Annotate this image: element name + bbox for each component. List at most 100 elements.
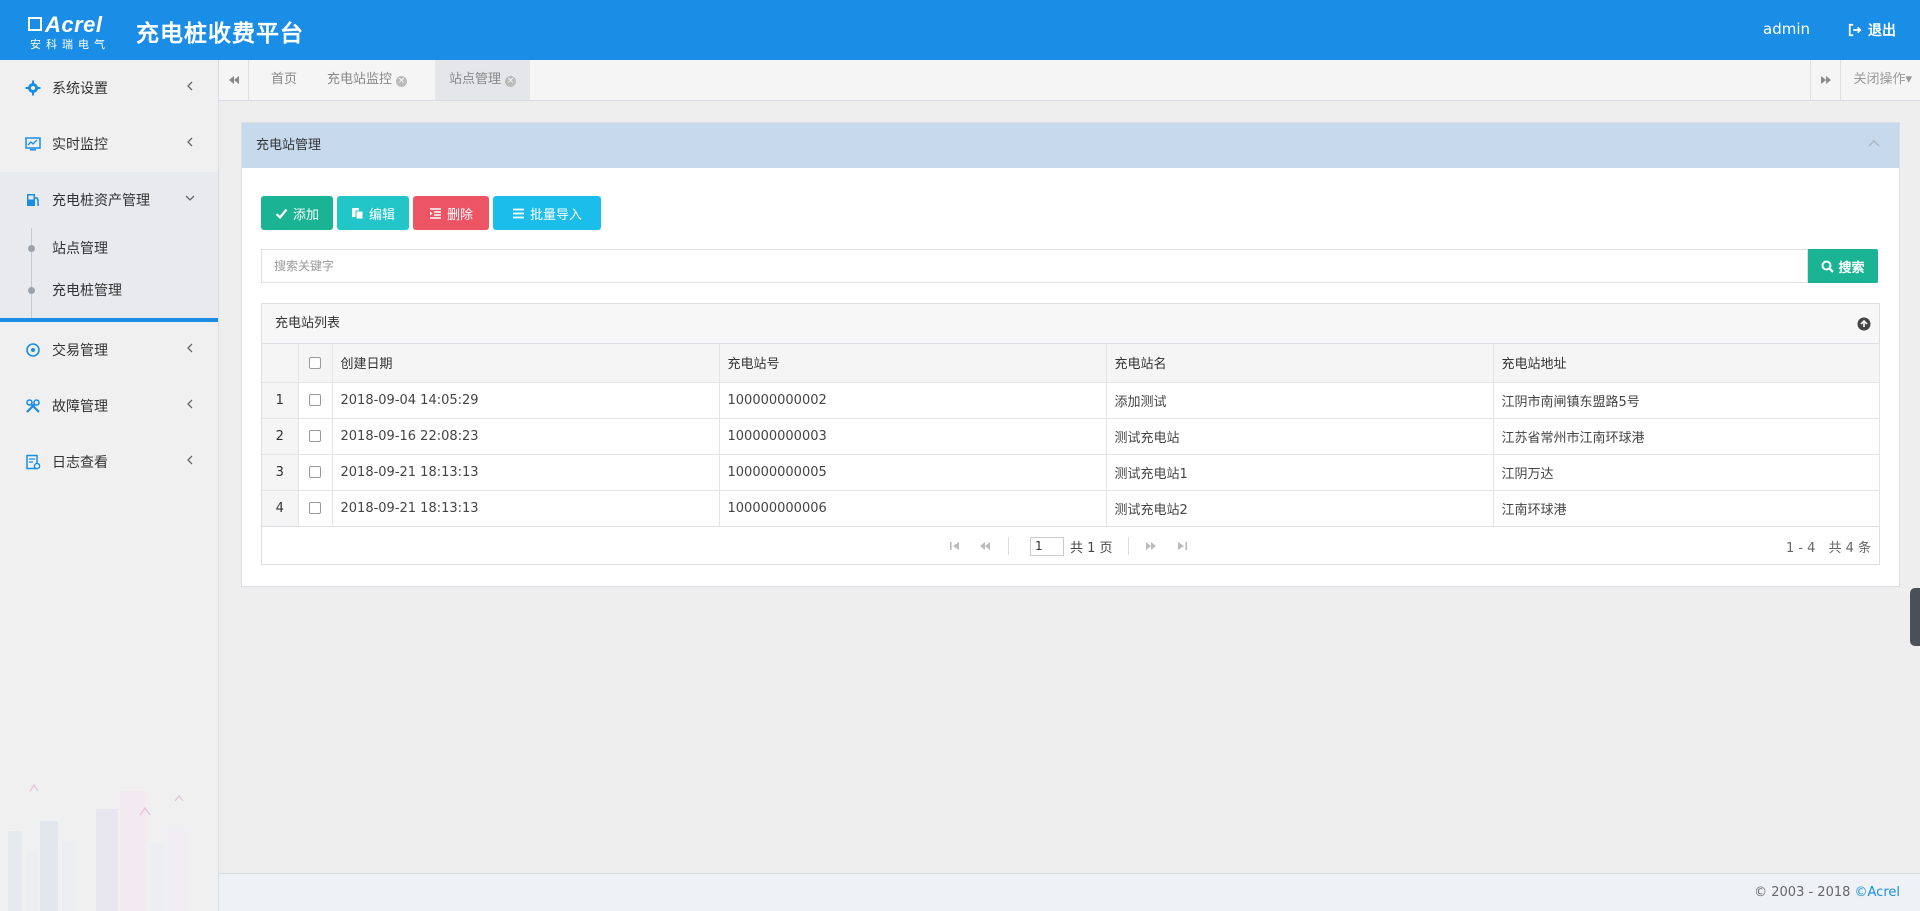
sidebar-item-label: 交易管理 xyxy=(52,343,108,359)
select-all-checkbox[interactable] xyxy=(298,344,333,383)
current-user[interactable]: admin xyxy=(1763,20,1810,38)
forward-icon xyxy=(1820,76,1831,84)
tab-site-management[interactable]: 站点管理 × xyxy=(435,60,531,100)
brand-link[interactable]: ©Acrel xyxy=(1855,885,1900,900)
sidebar-item-asset-management[interactable]: 充电桩资产管理 xyxy=(0,172,218,228)
sidebar-item-label: 故障管理 xyxy=(52,399,108,415)
record-range: 1 - 4 共 4 条 xyxy=(1785,541,1871,556)
asset-submenu: 站点管理 充电桩管理 xyxy=(0,228,218,322)
sidebar-subitem-pile-management[interactable]: 充电桩管理 xyxy=(0,270,218,312)
panel-title: 充电站管理 xyxy=(256,138,322,153)
copyright-text: © 2003 - 2018 xyxy=(1754,885,1855,900)
next-page-button[interactable] xyxy=(1145,540,1157,552)
add-button[interactable]: 添加 xyxy=(261,196,333,230)
delete-button[interactable]: 删除 xyxy=(413,196,489,230)
row-checkbox[interactable] xyxy=(298,454,333,491)
subitem-label: 充电桩管理 xyxy=(52,283,122,299)
table-row[interactable]: 1 2018-09-04 14:05:29 100000000002 添加测试 … xyxy=(262,382,1880,419)
exchange-icon xyxy=(24,341,42,359)
close-operations-dropdown[interactable]: 关闭操作▾ xyxy=(1840,60,1920,100)
sidebar-subitem-site-management[interactable]: 站点管理 xyxy=(0,228,218,270)
city-skyline-decoration xyxy=(8,783,186,911)
tab-close-icon[interactable]: × xyxy=(396,76,408,87)
fuel-pump-icon xyxy=(24,191,42,209)
top-header: Acrel 安科瑞电气 充电桩收费平台 admin 退出 xyxy=(0,0,1920,60)
logout-button[interactable]: 退出 xyxy=(1848,20,1896,40)
prev-page-button[interactable] xyxy=(979,540,991,552)
edit-label: 编辑 xyxy=(368,206,395,222)
table-row[interactable]: 2 2018-09-16 22:08:23 100000000003 测试充电站… xyxy=(262,418,1880,455)
pagination: 1 共 1 页 1 - 4 共 4 条 xyxy=(262,526,1879,564)
chevron-left-icon xyxy=(187,137,193,147)
sidebar-item-label: 充电桩资产管理 xyxy=(52,193,150,209)
add-label: 添加 xyxy=(292,206,319,222)
search-button[interactable]: 搜索 xyxy=(1808,249,1878,283)
monitor-icon xyxy=(24,135,42,153)
checkbox-icon xyxy=(309,502,321,514)
sidebar-item-transactions[interactable]: 交易管理 xyxy=(0,322,218,378)
cell-name: 添加测试 xyxy=(1106,382,1494,419)
station-table: 充电站列表 创建日期 充电站号 充电站名 充电站地址 1 2018-09-04 … xyxy=(261,303,1880,565)
cell-address: 江阴万达 xyxy=(1493,454,1880,491)
sidebar-item-label: 日志查看 xyxy=(52,455,108,471)
side-drawer-handle[interactable] xyxy=(1910,588,1920,646)
cell-code: 100000000002 xyxy=(719,382,1107,419)
tab-station-monitor[interactable]: 充电站监控 × xyxy=(313,60,421,100)
first-page-button[interactable] xyxy=(949,540,961,552)
cell-address: 江阴市南闸镇东盟路5号 xyxy=(1493,382,1880,419)
batch-import-button[interactable]: 批量导入 xyxy=(493,196,601,230)
sidebar-item-log-view[interactable]: 日志查看 xyxy=(0,434,218,490)
sidebar: 系统设置 实时监控 充电桩资产管理 站点管理 充电桩管理 交易管理 故障管理 日… xyxy=(0,60,219,911)
chevron-left-icon xyxy=(187,343,193,353)
cell-date: 2018-09-21 18:13:13 xyxy=(332,490,720,527)
column-header-address[interactable]: 充电站地址 xyxy=(1493,344,1880,383)
table-row[interactable]: 4 2018-09-21 18:13:13 100000000006 测试充电站… xyxy=(262,490,1880,527)
collapse-up-circle-icon[interactable] xyxy=(1857,317,1871,331)
column-header-code[interactable]: 充电站号 xyxy=(719,344,1107,383)
column-header-name[interactable]: 充电站名 xyxy=(1106,344,1494,383)
subitem-label: 站点管理 xyxy=(52,241,108,257)
checkbox-icon xyxy=(309,466,321,478)
row-checkbox[interactable] xyxy=(298,418,333,455)
sidebar-item-realtime-monitor[interactable]: 实时监控 xyxy=(0,116,218,172)
checkbox-icon xyxy=(309,356,321,369)
list-icon xyxy=(512,208,524,218)
last-page-icon xyxy=(1178,542,1187,550)
prev-page-icon xyxy=(980,542,990,550)
table-row[interactable]: 3 2018-09-21 18:13:13 100000000005 测试充电站… xyxy=(262,454,1880,491)
next-page-icon xyxy=(1146,542,1156,550)
chevron-left-icon xyxy=(187,455,193,465)
table-header-row: 创建日期 充电站号 充电站名 充电站地址 xyxy=(262,344,1880,383)
page-number-input[interactable]: 1 xyxy=(1030,537,1064,556)
column-header-date[interactable]: 创建日期 xyxy=(332,344,720,383)
tabs-scroll-left-button[interactable] xyxy=(219,60,249,100)
logo-mark-icon xyxy=(28,17,42,31)
row-checkbox[interactable] xyxy=(298,490,333,527)
sidebar-item-system-settings[interactable]: 系统设置 xyxy=(0,60,218,116)
last-page-button[interactable] xyxy=(1176,540,1188,552)
copy-icon xyxy=(351,207,364,219)
row-number: 4 xyxy=(262,490,299,527)
cell-address: 江苏省常州市江南环球港 xyxy=(1493,418,1880,455)
backward-icon xyxy=(228,76,239,84)
tab-label: 站点管理 xyxy=(449,72,502,87)
chevron-up-icon[interactable] xyxy=(1867,137,1881,151)
logo-subtitle: 安科瑞电气 xyxy=(30,38,110,51)
tabs-scroll-right-button[interactable] xyxy=(1810,60,1840,100)
cell-date: 2018-09-04 14:05:29 xyxy=(332,382,720,419)
log-icon xyxy=(24,453,42,471)
tab-home[interactable]: 首页 xyxy=(257,60,311,100)
edit-button[interactable]: 编辑 xyxy=(337,196,409,230)
chevron-left-icon xyxy=(187,81,193,91)
page-tabs-bar: 首页 充电站监控 × 站点管理 × 关闭操作▾ xyxy=(219,60,1920,101)
first-page-icon xyxy=(950,542,959,550)
search-input[interactable]: 搜索关键字 xyxy=(261,249,1808,283)
sidebar-item-fault-management[interactable]: 故障管理 xyxy=(0,378,218,434)
tools-icon xyxy=(24,397,42,415)
row-checkbox[interactable] xyxy=(298,382,333,419)
tab-close-icon[interactable]: × xyxy=(505,76,517,87)
footer: © 2003 - 2018 ©Acrel xyxy=(219,873,1920,911)
cell-name: 测试充电站2 xyxy=(1106,490,1494,527)
logout-label: 退出 xyxy=(1868,23,1896,39)
cell-name: 测试充电站1 xyxy=(1106,454,1494,491)
